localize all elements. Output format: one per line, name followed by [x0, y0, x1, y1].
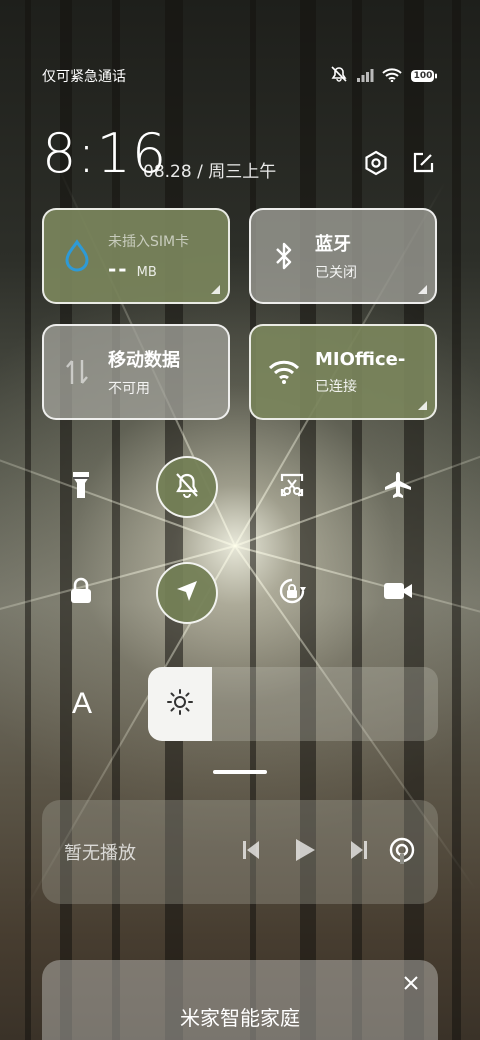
battery-icon: 100	[410, 69, 438, 83]
wifi-status-icon	[382, 67, 402, 86]
gear-icon	[363, 150, 389, 180]
bluetooth-icon	[267, 239, 301, 273]
flashlight-icon	[70, 470, 92, 504]
drag-handle[interactable]	[213, 770, 267, 774]
mute-status-icon	[330, 66, 348, 86]
sim-status-label: 未插入SIM卡	[108, 234, 190, 250]
wifi-status: 已连接	[315, 378, 357, 395]
screenshot-toggle[interactable]	[261, 456, 323, 518]
sun-icon	[166, 688, 194, 720]
font-size-button[interactable]: A	[62, 684, 102, 724]
lock-screen-toggle[interactable]	[50, 562, 112, 624]
brightness-slider[interactable]	[148, 667, 438, 741]
lock-icon	[69, 577, 93, 609]
scissors-icon	[278, 471, 306, 503]
expand-corner-icon	[418, 285, 427, 294]
sim-data-tile[interactable]: 未插入SIM卡 -- MB	[42, 208, 230, 304]
location-arrow-icon	[173, 577, 201, 609]
rotation-lock-toggle[interactable]	[261, 562, 323, 624]
bluetooth-tile[interactable]: 蓝牙 已关闭	[249, 208, 437, 304]
wifi-tile[interactable]: MIOffice- 已连接	[249, 324, 437, 420]
screen-record-toggle[interactable]	[367, 562, 429, 624]
data-usage-value: --	[108, 257, 129, 281]
edit-button[interactable]	[408, 150, 438, 180]
play-button[interactable]	[294, 837, 316, 867]
mute-bell-icon	[173, 471, 201, 503]
previous-track-button[interactable]	[242, 839, 260, 865]
status-icons: 100	[330, 66, 438, 86]
next-track-button[interactable]	[350, 839, 368, 865]
mobile-data-title: 移动数据	[108, 350, 180, 371]
location-toggle[interactable]	[156, 562, 218, 624]
wifi-network-name: MIOffice-	[315, 348, 406, 370]
rotation-lock-icon	[276, 575, 308, 611]
bluetooth-title: 蓝牙	[315, 234, 351, 255]
mute-toggle[interactable]	[156, 456, 218, 518]
edit-icon	[410, 150, 436, 180]
expand-corner-icon	[211, 285, 220, 294]
date-label: 08.28 / 周三上午	[143, 162, 277, 182]
battery-level: 100	[413, 71, 433, 81]
signal-icon	[356, 67, 374, 86]
airplane-mode-toggle[interactable]	[367, 456, 429, 518]
media-title: 暂无播放	[64, 843, 136, 864]
expand-corner-icon	[418, 401, 427, 410]
water-drop-icon	[60, 239, 94, 273]
audio-output-button[interactable]	[388, 836, 416, 868]
smart-home-card[interactable]: 米家智能家庭	[42, 960, 438, 1040]
bluetooth-status: 已关闭	[315, 265, 357, 281]
flashlight-toggle[interactable]	[50, 456, 112, 518]
font-size-label: A	[71, 687, 92, 720]
mobile-data-icon	[60, 355, 94, 389]
media-player-card[interactable]: 暂无播放	[42, 800, 438, 904]
video-camera-icon	[382, 579, 414, 607]
smart-home-title: 米家智能家庭	[180, 1006, 300, 1030]
carrier-label: 仅可紧急通话	[42, 69, 126, 85]
close-button[interactable]	[400, 972, 422, 994]
mobile-data-status: 不可用	[108, 381, 150, 397]
wifi-icon	[267, 355, 301, 389]
status-bar: 仅可紧急通话 100	[42, 66, 438, 86]
airplane-icon	[383, 470, 413, 504]
mobile-data-tile[interactable]: 移动数据 不可用	[42, 324, 230, 420]
settings-button[interactable]	[361, 150, 391, 180]
data-usage-unit: MB	[136, 265, 157, 280]
brightness-fill	[148, 667, 212, 741]
